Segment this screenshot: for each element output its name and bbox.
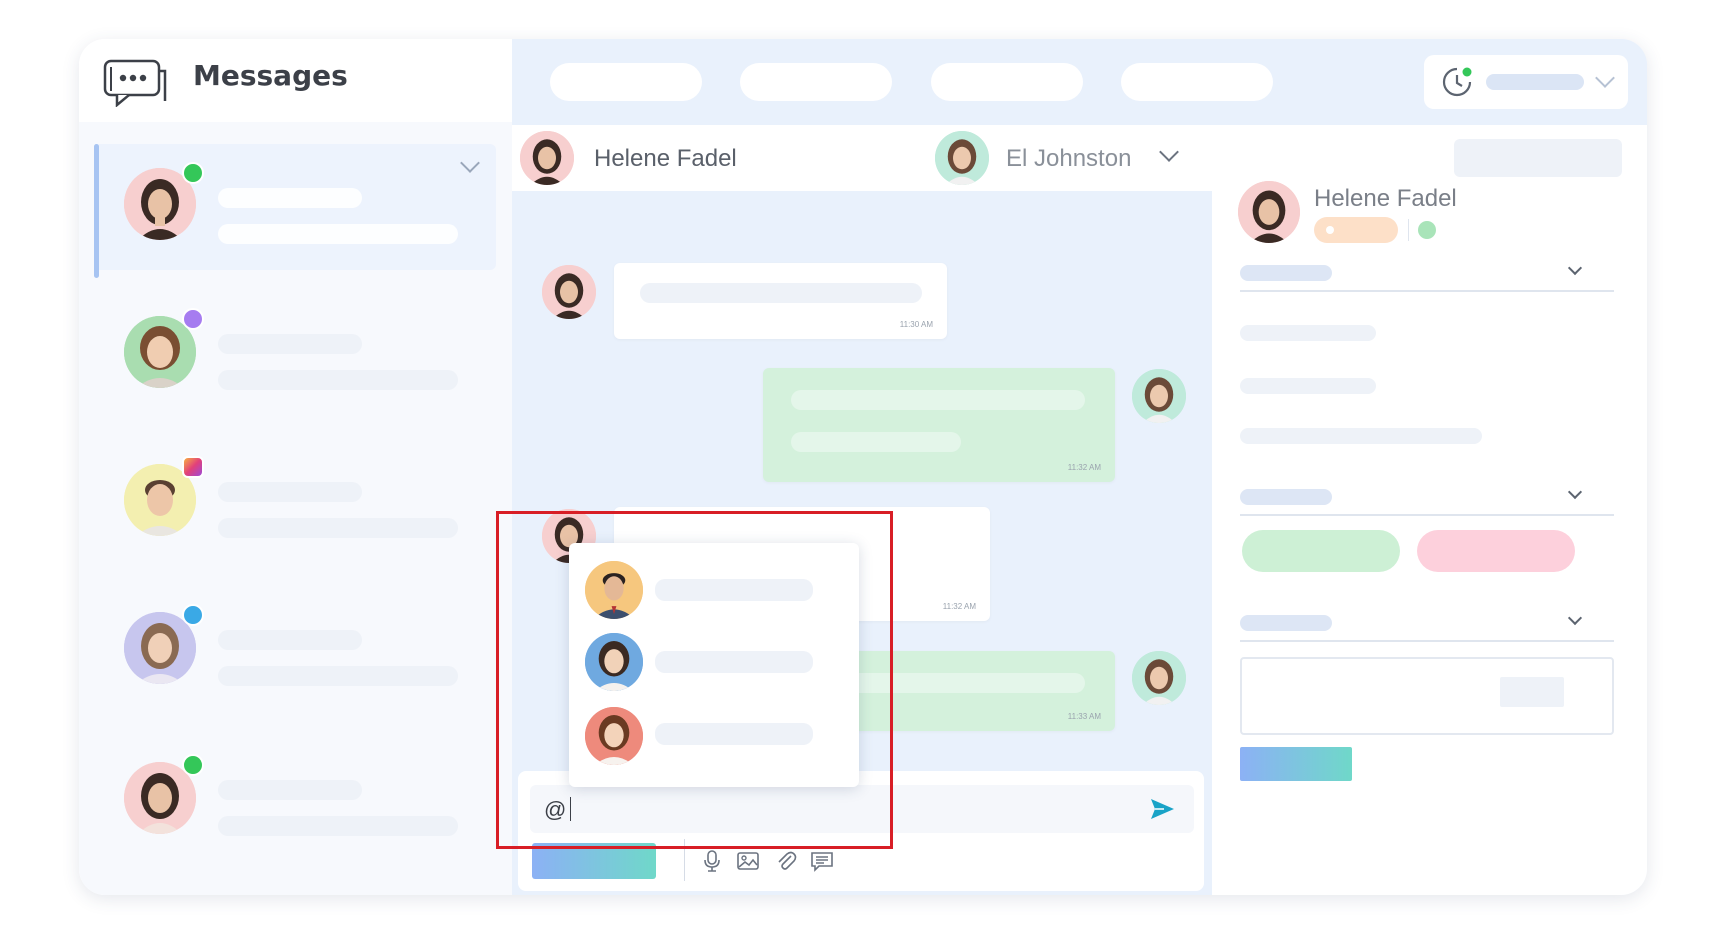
- conversation-name-placeholder: [218, 482, 362, 502]
- whatsapp-icon: [1418, 221, 1436, 239]
- contact-details-panel: Helene Fadel: [1212, 125, 1647, 895]
- conversation-item[interactable]: [94, 144, 496, 278]
- section-title-placeholder: [1240, 265, 1332, 281]
- badge-divider: [1408, 219, 1409, 241]
- agent-avatar: [1132, 369, 1186, 423]
- clock-icon: [1442, 67, 1472, 97]
- conversation-preview-placeholder: [218, 666, 458, 686]
- message-text-placeholder: [640, 283, 922, 303]
- agent-avatar: [1132, 651, 1186, 705]
- message-template-icon[interactable]: [810, 849, 834, 873]
- send-icon[interactable]: [1148, 795, 1176, 823]
- chat-header: Helene Fadel El Johnston: [512, 125, 1212, 191]
- messenger-icon: [182, 308, 204, 330]
- app-header: Messages: [79, 39, 512, 122]
- section-divider: [1240, 514, 1614, 516]
- chevron-down-icon[interactable]: [1567, 260, 1583, 276]
- section-divider: [1240, 640, 1614, 642]
- chat-bubble-icon: [103, 59, 167, 107]
- save-notes-button[interactable]: [1240, 747, 1352, 781]
- telegram-icon: [182, 604, 204, 626]
- whatsapp-icon: [182, 754, 204, 776]
- assignee-name: El Johnston: [1006, 145, 1132, 172]
- top-navigation: [512, 39, 1647, 125]
- nav-tab[interactable]: [1121, 63, 1273, 101]
- app-title: Messages: [193, 59, 348, 92]
- microphone-icon[interactable]: [700, 849, 724, 873]
- message-time: 11:30 AM: [899, 320, 933, 329]
- chevron-down-icon: [1595, 68, 1615, 88]
- section-divider: [1240, 290, 1614, 292]
- message-text-placeholder: [791, 390, 1085, 410]
- message-time: 11:32 AM: [1067, 463, 1101, 472]
- status-label-placeholder: [1486, 74, 1584, 90]
- incoming-message: 11:30 AM: [614, 263, 947, 339]
- contact-avatar: [520, 131, 574, 185]
- conversation-preview-placeholder: [218, 224, 458, 244]
- chevron-down-icon[interactable]: [1567, 484, 1583, 500]
- notes-action-placeholder[interactable]: [1500, 677, 1564, 707]
- contact-name: Helene Fadel: [594, 145, 737, 172]
- message-time: 11:32 AM: [942, 602, 976, 611]
- conversation-item[interactable]: [94, 738, 496, 864]
- conversation-name-placeholder: [218, 334, 362, 354]
- nav-tab[interactable]: [740, 63, 892, 101]
- conversation-sidebar: Messages: [79, 39, 512, 895]
- field-placeholder: [1240, 428, 1482, 444]
- conversation-item[interactable]: [94, 292, 496, 418]
- header-action-placeholder[interactable]: [1454, 139, 1622, 177]
- conversation-preview-placeholder: [218, 816, 458, 836]
- assignee-avatar: [935, 131, 989, 185]
- conversation-name-placeholder: [218, 780, 362, 800]
- section-title-placeholder: [1240, 615, 1332, 631]
- tag-pink[interactable]: [1417, 530, 1575, 572]
- tag-green[interactable]: [1242, 530, 1400, 572]
- whatsapp-icon: [182, 162, 204, 184]
- instagram-icon: [182, 456, 204, 478]
- notes-textarea[interactable]: [1240, 657, 1614, 735]
- field-placeholder: [1240, 378, 1376, 394]
- outgoing-message: 11:32 AM: [763, 368, 1115, 482]
- paperclip-icon[interactable]: [774, 849, 798, 873]
- contact-avatar: [542, 265, 596, 319]
- chevron-down-icon[interactable]: [460, 153, 480, 173]
- conversation-list: [79, 122, 512, 895]
- conversation-item[interactable]: [94, 440, 496, 566]
- agent-status-dropdown[interactable]: [1424, 55, 1628, 109]
- conversation-preview-placeholder: [218, 518, 458, 538]
- contact-panel-name: Helene Fadel: [1314, 185, 1457, 212]
- image-icon[interactable]: [736, 849, 760, 873]
- chevron-down-icon[interactable]: [1567, 610, 1583, 626]
- conversation-name-placeholder: [218, 630, 362, 650]
- conversation-name-placeholder: [218, 188, 362, 208]
- conversation-item[interactable]: [94, 588, 496, 714]
- assignee-dropdown-icon[interactable]: [1159, 142, 1179, 162]
- contact-status-badge: [1314, 217, 1398, 243]
- section-title-placeholder: [1240, 489, 1332, 505]
- field-placeholder: [1240, 325, 1376, 341]
- message-text-placeholder: [791, 432, 961, 452]
- nav-tab[interactable]: [550, 63, 702, 101]
- conversation-preview-placeholder: [218, 370, 458, 390]
- contact-avatar: [1238, 181, 1300, 243]
- highlight-box: [496, 511, 893, 849]
- nav-tab[interactable]: [931, 63, 1083, 101]
- message-time: 11:33 AM: [1067, 712, 1101, 721]
